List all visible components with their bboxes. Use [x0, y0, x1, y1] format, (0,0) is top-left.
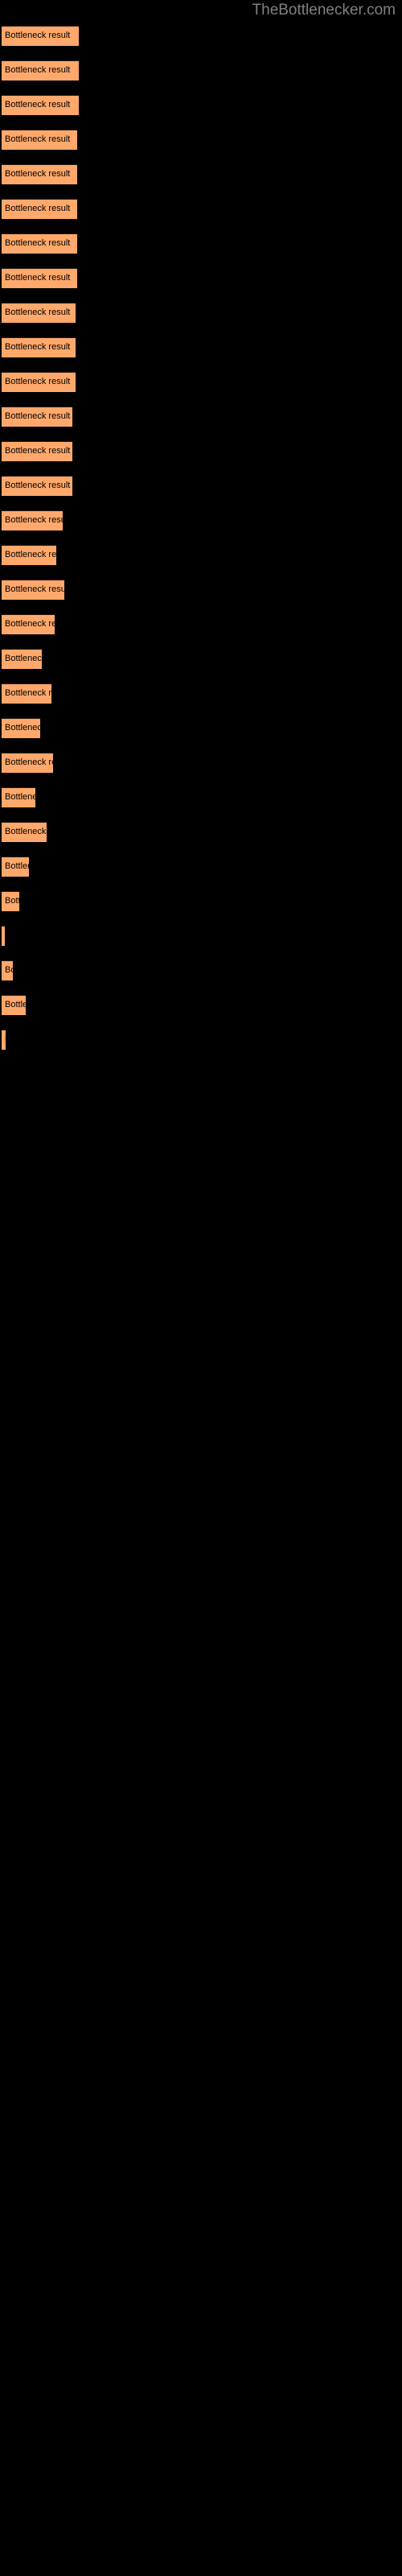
bar-label: Bottleneck result [5, 377, 71, 386]
bar-row[interactable]: Bottleneck result [2, 26, 79, 46]
bar-row[interactable]: Bottleneck result [2, 268, 77, 288]
bar-label: Bottleneck result [5, 446, 71, 456]
bar-label: Bottleneck result [5, 688, 51, 698]
bar-row[interactable]: Bottleneck result [2, 303, 76, 323]
bar-row[interactable]: Bottleneck result [2, 233, 77, 254]
bar-row[interactable]: Bottleneck result [2, 822, 47, 842]
bar-row[interactable]: Bottleneck result [2, 960, 13, 980]
bar-row[interactable]: Bottleneck result [2, 407, 72, 427]
bar-label: Bottleneck result [5, 619, 55, 629]
bar-label: Bottleneck result [5, 758, 53, 767]
bar-label: Bottleneck result [5, 411, 71, 421]
bar-row[interactable]: Bottleneck result [2, 337, 76, 357]
bar-label: Bottleneck result [5, 481, 71, 490]
bar-row[interactable]: Bottleneck result [2, 580, 64, 600]
bar-label: Bottleneck result [5, 100, 71, 109]
bar-label: Bottleneck result [5, 792, 35, 802]
bar-label: Bottleneck result [5, 896, 19, 906]
bar-label: Bottleneck result [5, 723, 40, 733]
bar-row[interactable]: Bottleneck result [2, 199, 77, 219]
bar-row[interactable]: Bottleneck result [2, 857, 29, 877]
bar-row[interactable]: Bottleneck result [2, 891, 19, 911]
bar-row[interactable]: Bottleneck result [2, 1030, 6, 1050]
bar-label: Bottleneck result [5, 515, 63, 525]
bar-row[interactable]: Bottleneck result [2, 441, 72, 461]
bar-row[interactable]: Bottleneck result [2, 614, 55, 634]
bar-label: Bottleneck result [5, 1034, 6, 1046]
bar-label: Bottleneck result [5, 31, 71, 40]
bar-row[interactable]: Bottleneck result [2, 476, 72, 496]
bottleneck-bar-chart: Bottleneck result Bottleneck result Bottle… [0, 0, 402, 2576]
bar-row[interactable]: Bottleneck result [2, 995, 26, 1015]
bar-row[interactable]: Bottleneck result [2, 95, 79, 115]
bar-row[interactable]: Bottleneck result [2, 718, 40, 738]
bar-label: Bottleneck result [5, 965, 13, 975]
bar-row[interactable]: Bottleneck result [2, 787, 35, 807]
bar-label: Bottleneck result [5, 342, 71, 352]
bar-row[interactable]: Bottleneck result [2, 130, 77, 150]
bar-row[interactable]: Bottleneck result [2, 545, 56, 565]
bar-row[interactable]: Bottleneck result [2, 683, 51, 704]
bar-label: Bottleneck result [5, 861, 29, 871]
bar-label: Bottleneck result [5, 204, 71, 213]
bar-label: Bottleneck result [5, 134, 71, 144]
bar-label: Bottleneck result [5, 654, 42, 663]
bar-row[interactable]: Bottleneck result [2, 926, 5, 946]
bar-label: Bottleneck result [5, 308, 71, 317]
bar-label: Bottleneck result [5, 65, 71, 75]
bar-row[interactable]: Bottleneck result [2, 510, 63, 530]
bar-label: Bottleneck result [5, 584, 64, 594]
bar-row[interactable]: Bottleneck result [2, 164, 77, 184]
bar-label: Bottleneck result [5, 238, 71, 248]
bar-row[interactable]: Bottleneck result [2, 60, 79, 80]
bar-label: Bottleneck result [5, 169, 71, 179]
bar-row[interactable]: Bottleneck result [2, 372, 76, 392]
bar-label: Bottleneck result [5, 273, 71, 283]
bar-label: Bottleneck result [5, 550, 56, 559]
bar-label: Bottleneck result [5, 1000, 26, 1009]
bar-row[interactable]: Bottleneck result [2, 649, 42, 669]
bar-row[interactable]: Bottleneck result [2, 753, 53, 773]
bar-label: Bottleneck result [5, 827, 47, 836]
